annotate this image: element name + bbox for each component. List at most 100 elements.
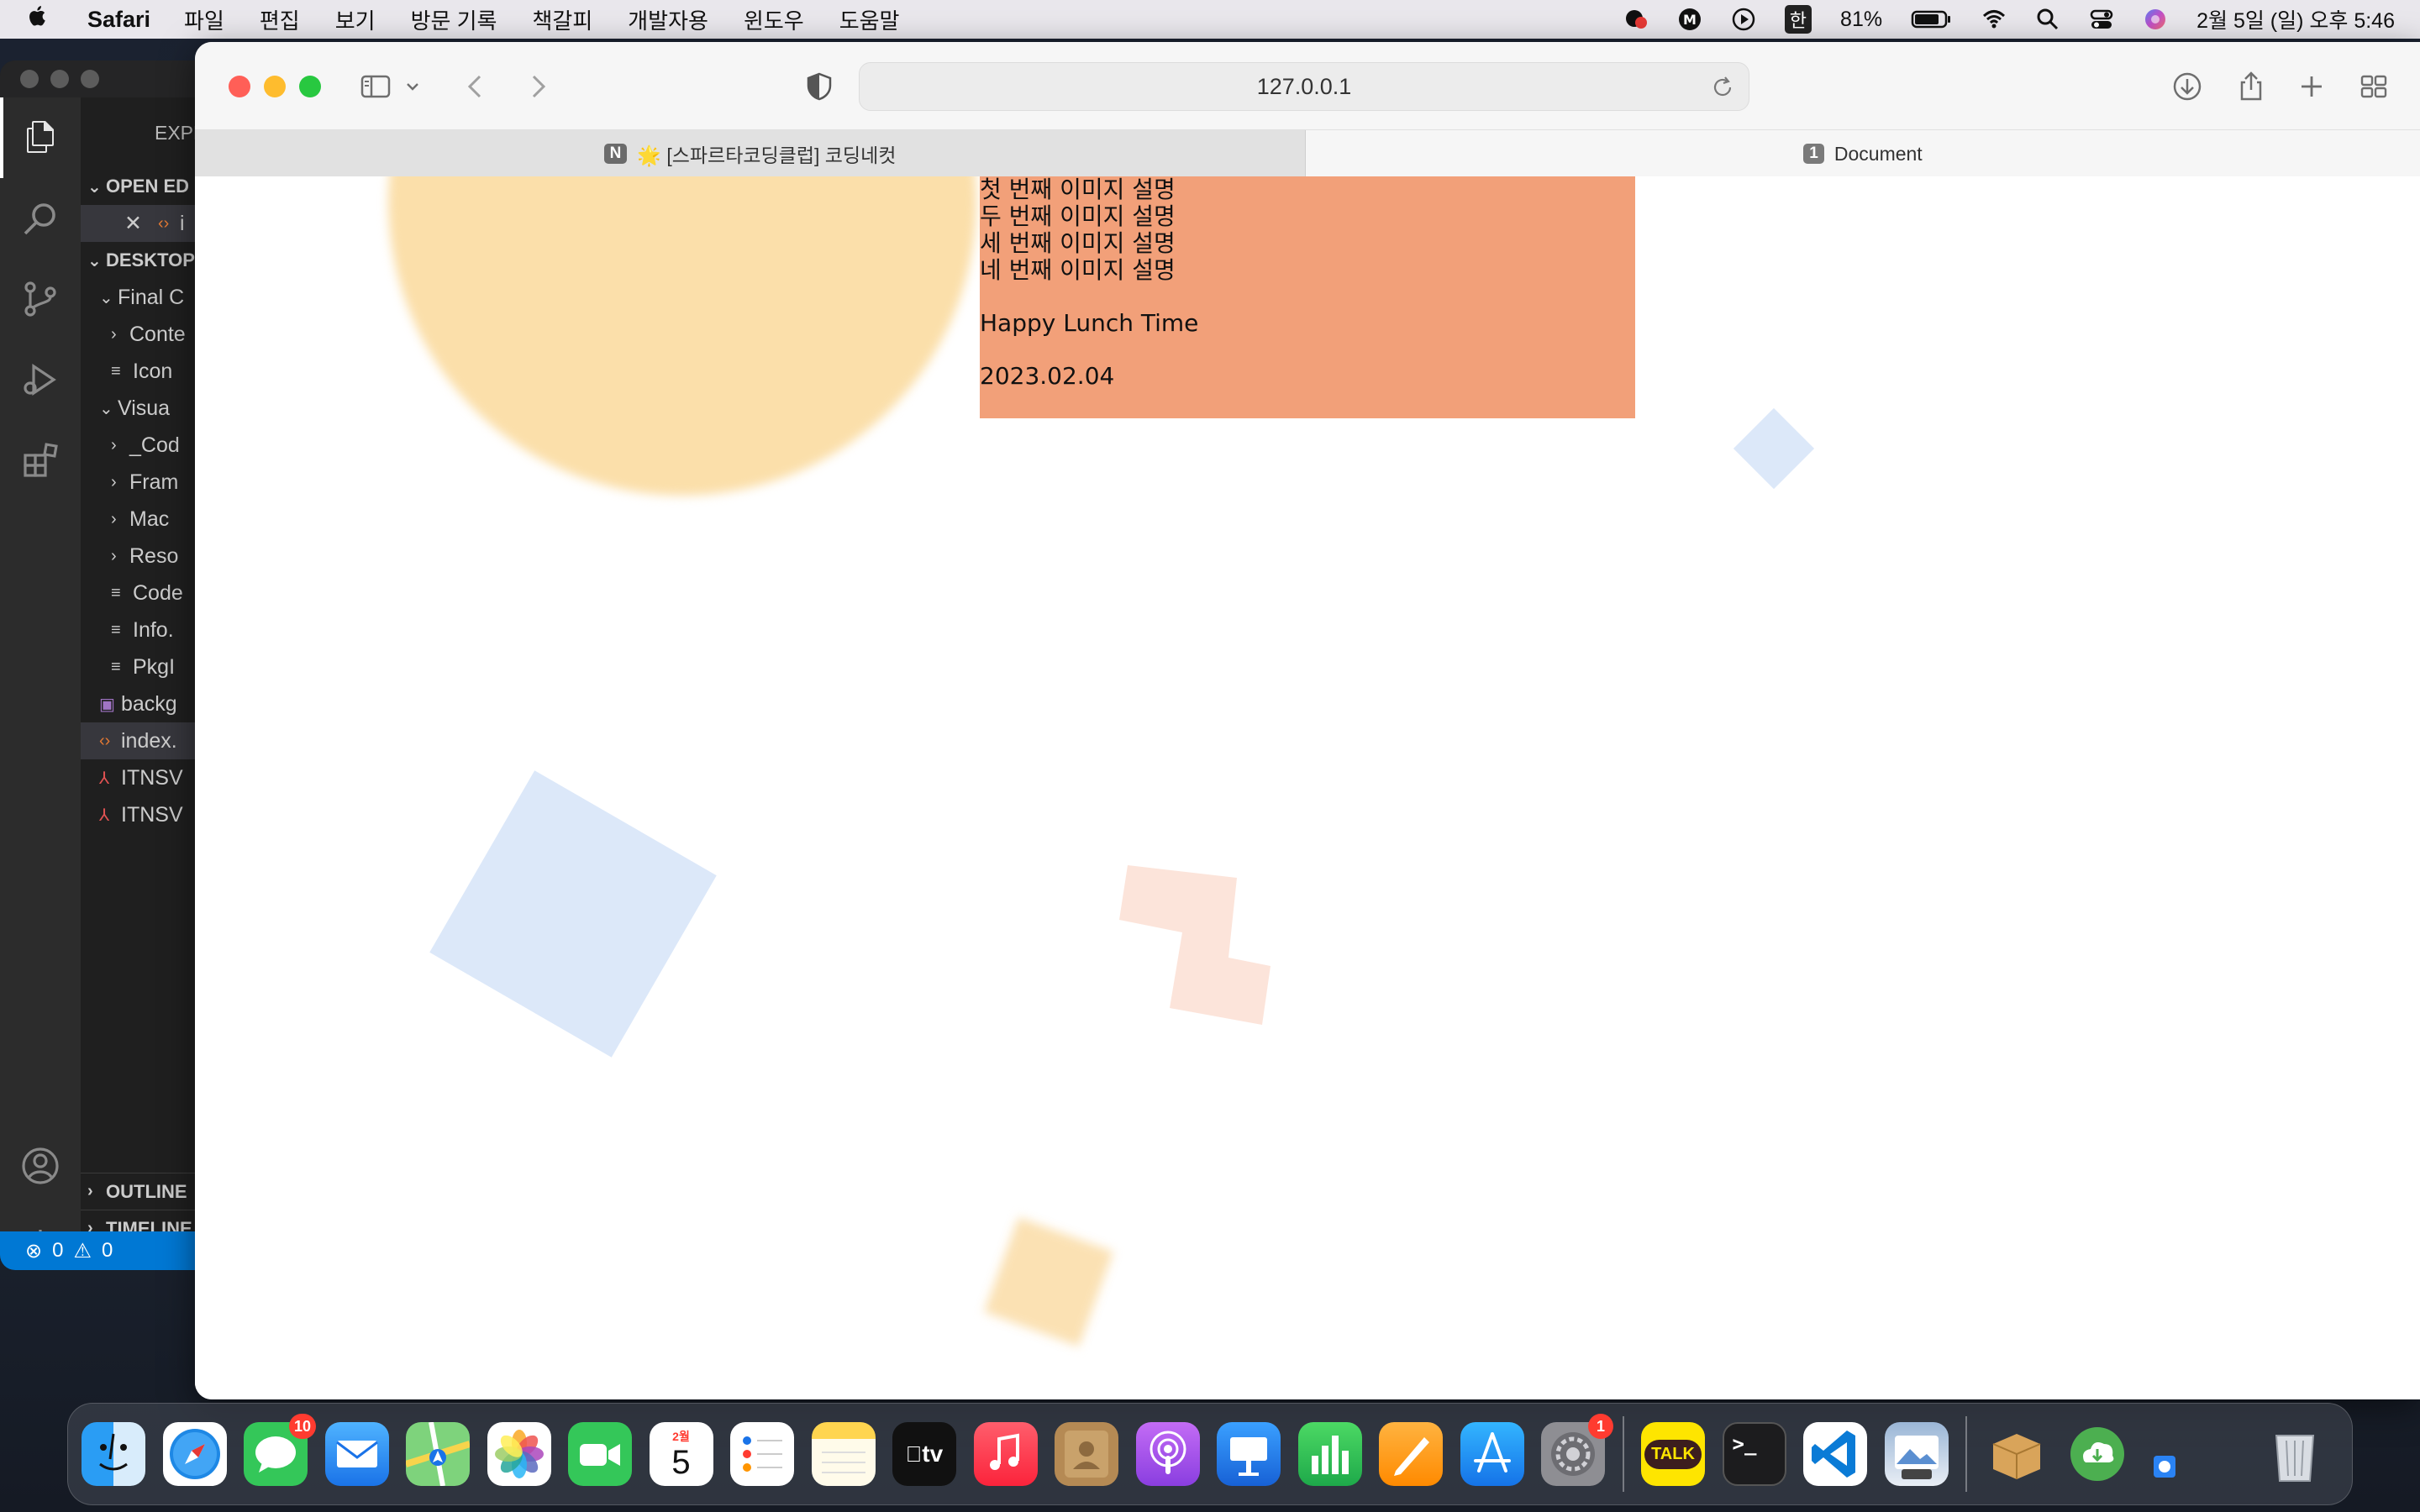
address-bar[interactable]: 127.0.0.1 [859, 62, 1749, 111]
maps-icon[interactable] [406, 1422, 470, 1486]
url-text[interactable]: 127.0.0.1 [1257, 74, 1352, 100]
tab-coding-four-cut[interactable]: N 🌟 [스파르타코딩클럽] 코딩네컷 [195, 130, 1306, 177]
menu-help[interactable]: 도움말 [839, 4, 900, 35]
tree-item[interactable]: › Conte [81, 316, 202, 353]
photos-icon[interactable] [487, 1422, 551, 1486]
downloads-button[interactable] [2168, 67, 2207, 106]
preview-icon[interactable] [1884, 1422, 1949, 1486]
new-tab-button[interactable] [2292, 67, 2331, 106]
source-control-activity-button[interactable] [0, 259, 81, 339]
notes-icon[interactable] [811, 1422, 876, 1486]
siri-icon[interactable] [2143, 7, 2168, 32]
close-icon[interactable]: ✕ [124, 211, 158, 236]
clock[interactable]: 2월 5일 (일) 오후 5:46 [2196, 4, 2395, 34]
tab-badge: 1 [1803, 144, 1824, 164]
sidebar-toggle-button[interactable] [356, 67, 395, 106]
podcasts-icon[interactable] [1135, 1422, 1200, 1486]
outline-section[interactable]: › OUTLINE [81, 1173, 202, 1210]
play-icon[interactable] [1731, 7, 1756, 32]
tree-item[interactable]: ▣ backg [81, 685, 202, 722]
system-settings-icon[interactable]: 1 [1541, 1414, 1613, 1486]
tab-group-dropdown[interactable] [400, 67, 425, 106]
tree-item[interactable]: ≡ Code [81, 575, 202, 612]
zoom-window-button[interactable] [299, 76, 321, 97]
kakaotalk-icon[interactable]: TALK [1641, 1422, 1705, 1486]
tree-item[interactable]: ‹› index. [81, 722, 202, 759]
menu-develop[interactable]: 개발자용 [628, 4, 708, 35]
dock-separator [1622, 1416, 1624, 1492]
vscode-zoom-button[interactable] [81, 70, 99, 88]
finder-icon[interactable] [82, 1422, 145, 1486]
notification-app-icon[interactable] [1623, 7, 1649, 32]
minimize-window-button[interactable] [264, 76, 286, 97]
forward-button[interactable] [518, 67, 556, 106]
battery-icon[interactable] [1911, 7, 1953, 32]
reminders-icon[interactable] [730, 1422, 794, 1486]
tab-overview-button[interactable] [2354, 67, 2393, 106]
keynote-icon[interactable] [1217, 1422, 1281, 1486]
close-window-button[interactable] [229, 76, 250, 97]
privacy-report-button[interactable] [800, 67, 839, 106]
open-editor-item[interactable]: ✕ ‹› i [81, 205, 202, 242]
menu-window[interactable]: 윈도우 [744, 4, 804, 35]
pages-icon[interactable] [1379, 1422, 1443, 1486]
tab-document[interactable]: 1 Document [1306, 130, 2420, 177]
explorer-activity-button[interactable] [0, 97, 81, 178]
archive-utility-icon[interactable] [1985, 1422, 2049, 1486]
error-icon[interactable]: ⊗ [25, 1239, 42, 1263]
menu-edit[interactable]: 편집 [260, 4, 300, 35]
terminal-icon[interactable]: >_ [1722, 1422, 1786, 1486]
menu-bookmarks[interactable]: 책갈피 [532, 4, 592, 35]
search-activity-button[interactable] [0, 178, 81, 259]
reload-icon[interactable] [1708, 73, 1737, 102]
extensions-activity-button[interactable] [0, 420, 81, 501]
dock: 10 2월 5 tv 1 [67, 1403, 2353, 1505]
input-method-indicator[interactable]: 한 [1784, 5, 1812, 34]
tree-item[interactable]: ⌄ Final C [81, 279, 202, 316]
apple-menu-icon[interactable] [25, 3, 67, 35]
vscode-close-button[interactable] [20, 70, 39, 88]
menu-view[interactable]: 보기 [335, 4, 376, 35]
vscode-minimize-button[interactable] [50, 70, 69, 88]
share-button[interactable] [2232, 67, 2270, 106]
open-editors-section[interactable]: ⌄ OPEN ED [81, 168, 202, 205]
messages-icon[interactable]: 10 [244, 1414, 316, 1486]
tree-item[interactable]: ≡ Info. [81, 612, 202, 648]
app-name[interactable]: Safari [87, 7, 150, 33]
svg-text:M: M [1683, 12, 1697, 28]
vscode-icon[interactable] [1803, 1422, 1867, 1486]
control-center-icon[interactable] [2089, 7, 2114, 32]
calendar-icon[interactable]: 2월 5 [649, 1422, 713, 1486]
tree-item[interactable]: › _Cod [81, 427, 202, 464]
tree-item[interactable]: ⅄ ITNSV [81, 759, 202, 796]
tree-item[interactable]: › Reso [81, 538, 202, 575]
minimized-window-icon[interactable] [2147, 1422, 2181, 1486]
apple-tv-icon[interactable]: tv [892, 1422, 956, 1486]
music-icon[interactable] [973, 1422, 1038, 1486]
tree-item[interactable]: ≡ Icon [81, 353, 202, 390]
app-store-icon[interactable] [1460, 1422, 1524, 1486]
back-button[interactable] [457, 67, 496, 106]
spotlight-search-icon[interactable] [2035, 7, 2060, 32]
accounts-activity-button[interactable] [0, 1126, 81, 1206]
warning-icon[interactable]: ⚠ [73, 1239, 92, 1263]
menu-history[interactable]: 방문 기록 [411, 4, 497, 35]
m-app-icon[interactable]: M [1677, 7, 1702, 32]
contacts-icon[interactable] [1055, 1422, 1118, 1486]
safari-icon[interactable] [162, 1422, 227, 1486]
cloud-download-app-icon[interactable] [2065, 1422, 2129, 1486]
tree-item[interactable]: › Mac [81, 501, 202, 538]
tree-item[interactable]: ⅄ ITNSV [81, 796, 202, 833]
desktop-section[interactable]: ⌄ DESKTOP [81, 242, 202, 279]
facetime-icon[interactable] [568, 1422, 632, 1486]
trash-icon[interactable] [2263, 1422, 2327, 1486]
safari-window: 127.0.0.1 N 🌟 [스파르타코딩클럽] 코딩네컷 1 Document [195, 42, 2420, 1399]
run-debug-activity-button[interactable] [0, 339, 81, 420]
mail-icon[interactable] [324, 1422, 389, 1486]
menu-file[interactable]: 파일 [184, 4, 224, 35]
tree-item[interactable]: ≡ PkgI [81, 648, 202, 685]
wifi-icon[interactable] [1981, 7, 2007, 32]
tree-item[interactable]: › Fram [81, 464, 202, 501]
tree-item[interactable]: ⌄ Visua [81, 390, 202, 427]
numbers-icon[interactable] [1297, 1422, 1362, 1486]
